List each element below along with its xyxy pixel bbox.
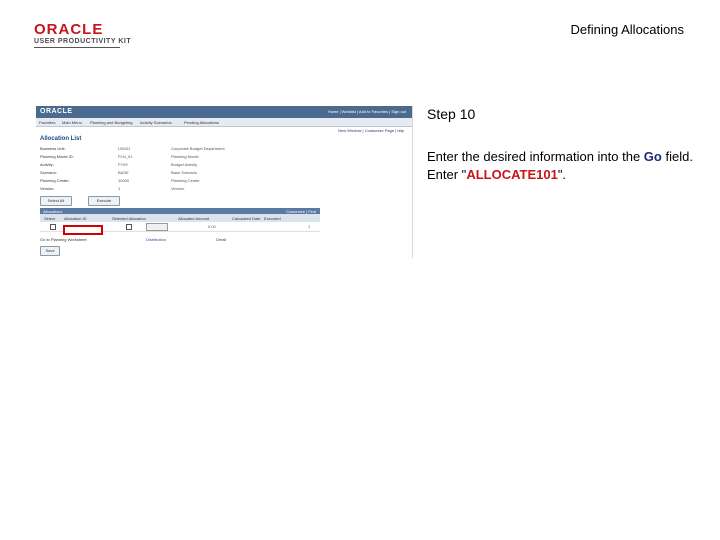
logo-oracle-text: ORACLE: [34, 21, 104, 38]
step-title: Step 10: [427, 106, 476, 122]
field-label: Business Unit:: [40, 146, 66, 151]
field-description: Budget Activity: [171, 162, 198, 167]
value-highlight: ALLOCATE101: [466, 167, 558, 182]
logo-divider: [34, 47, 120, 48]
row-count: 1: [308, 224, 311, 229]
page-tools[interactable]: New Window | Customize Page | http: [338, 128, 404, 133]
column-header: Allocated Amount: [178, 216, 210, 221]
field-value: 10000: [118, 178, 130, 183]
menu-item-favorites[interactable]: Favorites: [39, 120, 55, 125]
execute-button[interactable]: Execute: [88, 196, 120, 206]
field-description: Corporate Budget Department: [171, 146, 225, 151]
selected-allocation-checkbox[interactable]: [126, 224, 132, 230]
field-value: BASE: [118, 170, 129, 175]
logo-subtitle-text: USER PRODUCTIVITY KIT: [34, 38, 132, 45]
field-label: Activity:: [40, 162, 54, 167]
field-value: PLN_01: [118, 154, 133, 159]
field-label: Planning Center:: [40, 178, 70, 183]
column-header: Calculated Date: [232, 216, 261, 221]
save-button[interactable]: Save: [40, 246, 60, 256]
field-label: Version:: [40, 186, 55, 191]
select-all-button[interactable]: Select All: [40, 196, 72, 206]
instruction-text: Enter the desired information into the: [427, 149, 644, 164]
column-header: Executed: [264, 216, 281, 221]
column-header: Select: [44, 216, 56, 221]
field-value: US001: [118, 146, 131, 151]
select-checkbox[interactable]: [50, 224, 56, 230]
menu-item-planning-budgeting[interactable]: Planning and Budgeting: [90, 120, 132, 125]
step-instruction: Enter the desired information into the G…: [427, 148, 697, 184]
field-description: Planning Center: [171, 178, 200, 183]
application-screenshot: ORACLE Home | Worklist | Add to Favorite…: [36, 106, 413, 258]
footer-label: Go to Planning Worksheet: [40, 237, 87, 242]
document-title: Defining Allocations: [570, 22, 684, 37]
distribution-link[interactable]: Distribution: [146, 237, 166, 242]
field-description: Planning Model: [171, 154, 199, 159]
field-value: FY09: [118, 162, 128, 167]
column-header: Selected Allocation: [112, 216, 146, 221]
app-top-links[interactable]: Home | Worklist | Add to Favorites | Sig…: [328, 109, 406, 114]
menu-item-main-menu[interactable]: Main Menu: [62, 120, 82, 125]
allocations-column-headers: Select Allocation ID Selected Allocation…: [40, 214, 320, 222]
instruction-text: ".: [557, 167, 567, 182]
menu-item-activity-scenarios[interactable]: Activity Scenarios: [140, 120, 172, 125]
lookup-button[interactable]: [146, 223, 168, 231]
oracle-upk-logo: ORACLE USER PRODUCTIVITY KIT: [34, 22, 131, 45]
field-name-highlight: Go: [643, 149, 662, 164]
menu-item-pending-allocations[interactable]: Pending Allocations: [184, 120, 219, 125]
allocated-amount: 0.00: [208, 224, 216, 229]
app-header-bar: ORACLE Home | Worklist | Add to Favorite…: [36, 106, 412, 118]
field-label: Scenario:: [40, 170, 57, 175]
field-description: Base Scenario: [171, 170, 198, 175]
column-header: Allocation ID: [64, 216, 87, 221]
field-value: 1: [118, 186, 121, 191]
app-brand: ORACLE: [40, 108, 73, 115]
detail-link[interactable]: Detail: [216, 237, 226, 242]
app-menu-bar: Favorites Main Menu Planning and Budgeti…: [36, 118, 412, 127]
field-label: Planning Model ID:: [40, 154, 74, 159]
page-title: Allocation List: [40, 136, 82, 142]
go-field-input[interactable]: [63, 225, 103, 235]
field-description: Version: [171, 186, 185, 191]
